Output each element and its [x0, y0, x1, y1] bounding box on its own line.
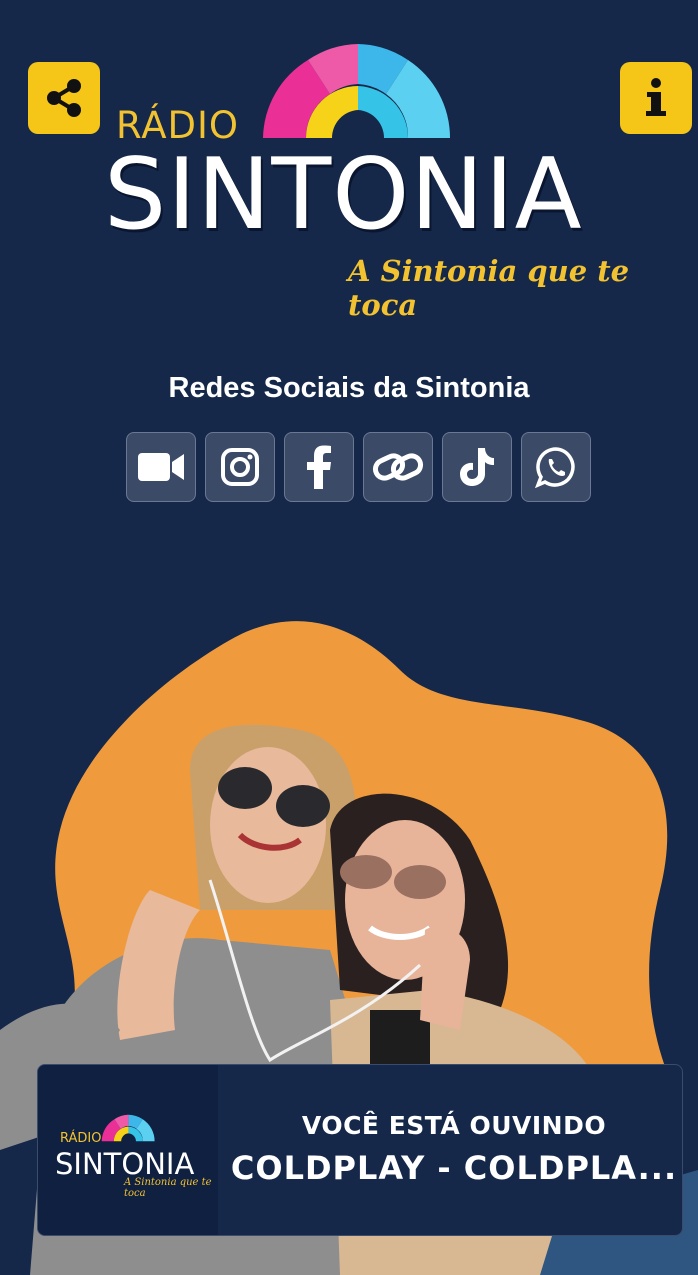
- tiktok-button[interactable]: [442, 432, 512, 502]
- whatsapp-icon: [535, 447, 575, 488]
- facebook-icon: [307, 445, 331, 489]
- player-logo: RÁDIO SINTONIA A Sintonia que te toca: [38, 1065, 218, 1235]
- player-logo-radio-text: RÁDIO: [60, 1131, 102, 1146]
- whatsapp-button[interactable]: [521, 432, 591, 502]
- website-link-button[interactable]: [363, 432, 433, 502]
- rainbow-arc-logo-mark: [263, 44, 451, 138]
- player-logo-slogan: A Sintonia que te toca: [124, 1177, 212, 1199]
- social-section-title: Redes Sociais da Sintonia: [168, 372, 530, 404]
- player-logo-brand-text: SINTONIA: [55, 1147, 195, 1181]
- now-playing-label: VOCÊ ESTÁ OUVINDO: [301, 1111, 607, 1140]
- social-links: [126, 432, 591, 502]
- rainbow-arc-logo-mark: [101, 1114, 155, 1142]
- now-playing-track: COLDPLAY - COLDPLA...: [230, 1149, 678, 1187]
- link-icon: [372, 453, 424, 481]
- video-button[interactable]: [126, 432, 196, 502]
- station-logo: RÁDIO SINTONIA A Sintonia que te toca: [0, 0, 698, 322]
- facebook-button[interactable]: [284, 432, 354, 502]
- instagram-icon: [221, 448, 259, 486]
- tiktok-icon: [460, 448, 494, 486]
- instagram-button[interactable]: [205, 432, 275, 502]
- now-playing-bar[interactable]: RÁDIO SINTONIA A Sintonia que te toca VO…: [37, 1064, 683, 1236]
- logo-brand-text: SINTONIA: [104, 138, 583, 252]
- logo-slogan: A Sintonia que te toca: [348, 254, 630, 322]
- video-camera-icon: [138, 453, 184, 481]
